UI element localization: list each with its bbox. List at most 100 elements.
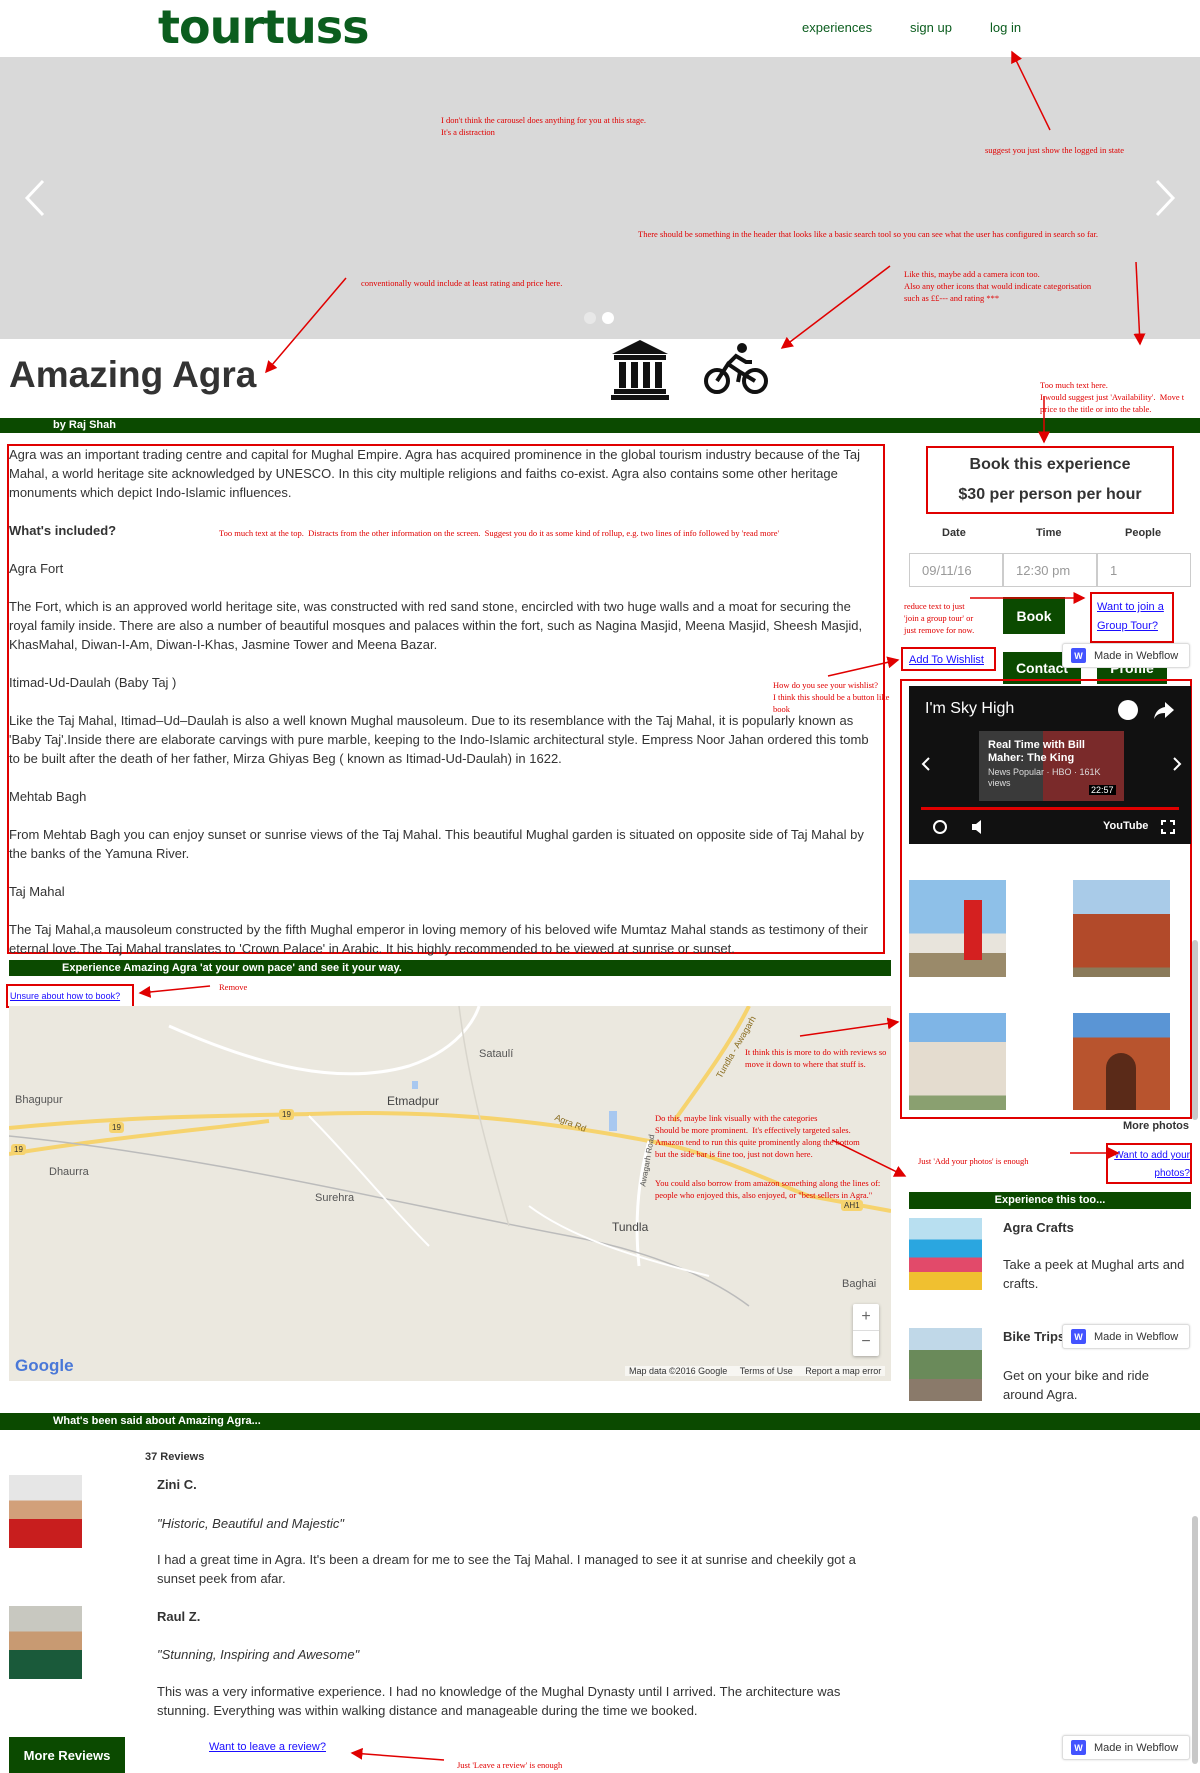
add-photos-link[interactable]: Want to add your photos? [1110, 1147, 1190, 1183]
carousel-dot-1[interactable] [584, 312, 596, 324]
road-marker: 19 [279, 1109, 294, 1120]
reviewer-name: Raul Z. [157, 1609, 201, 1624]
group-tour-link[interactable]: Want to join a Group Tour? [1097, 598, 1164, 636]
youtube-logo[interactable]: YouTube [1103, 820, 1148, 832]
watch-later-icon[interactable] [1118, 700, 1138, 720]
video-prev-icon[interactable] [921, 756, 931, 772]
section-text: Like the Taj Mahal, Itimad–Ud–Daulah is … [9, 713, 869, 766]
zoom-out-icon[interactable]: − [853, 1330, 879, 1356]
book-button[interactable]: Book [1003, 597, 1065, 634]
photo-arch [1106, 1053, 1136, 1110]
webflow-badge[interactable]: W Made in Webflow [1062, 1735, 1190, 1760]
also-crafts-image[interactable] [909, 1218, 982, 1290]
review-quote: "Stunning, Inspiring and Awesome" [157, 1647, 360, 1662]
replay-icon[interactable] [931, 818, 949, 836]
booking-title: Book this experience [969, 456, 1131, 473]
note-top-text: Too much text at the top. Distracts from… [219, 528, 780, 538]
photo-buland-darwaza[interactable] [1073, 1013, 1170, 1110]
scrollbar[interactable] [1192, 1516, 1198, 1764]
map-place: Baghai [842, 1278, 877, 1290]
webflow-text: Made in Webflow [1094, 649, 1179, 662]
note-rating: conventionally would include at least ra… [361, 278, 563, 288]
people-field[interactable]: 1 [1097, 553, 1191, 587]
map-place: Sataulí [479, 1048, 514, 1060]
avatar [9, 1475, 82, 1548]
section-text: The Fort, which is an approved world her… [9, 599, 863, 652]
own-pace-bar: Experience Amazing Agra 'at your own pac… [9, 960, 891, 976]
review-quote: "Historic, Beautiful and Majestic" [157, 1516, 344, 1531]
note-remove: Remove [219, 982, 248, 992]
photo-red-fort[interactable] [1073, 880, 1170, 977]
note-search: There should be something in the header … [638, 229, 1099, 239]
unsure-link[interactable]: Unsure about how to book? [10, 991, 120, 1001]
note-leave-review: Just 'Leave a review' is enough [457, 1760, 563, 1770]
section-name: Itimad-Ud-Daulah (Baby Taj ) [9, 675, 177, 690]
road-marker: 19 [109, 1122, 124, 1133]
page-title: Amazing Agra [9, 354, 257, 395]
google-logo: Google [15, 1356, 74, 1375]
map-report-link[interactable]: Report a map error [805, 1366, 881, 1376]
carousel-dot-2[interactable] [602, 312, 614, 324]
booking-header: Book this experience $30 per person per … [926, 446, 1174, 514]
note-camera: Like this, maybe add a camera icon too. … [904, 269, 1092, 303]
booking-price: $30 per person per hour [958, 486, 1142, 503]
fullscreen-icon[interactable] [1161, 820, 1175, 834]
map-place: Bhagupur [15, 1094, 63, 1106]
reviews-bar-text: What's been said about Amazing Agra... [53, 1415, 261, 1427]
author-name: by Raj Shah [53, 419, 116, 431]
author-bar: by Raj Shah [0, 418, 1200, 433]
map-footer: Map data ©2016 Google Terms of Use Repor… [625, 1366, 886, 1376]
video-player[interactable]: I'm Sky High Real Time with Bill Maher: … [909, 686, 1191, 844]
webflow-text: Made in Webflow [1094, 1330, 1179, 1343]
also-item-title[interactable]: Agra Crafts [1003, 1220, 1074, 1235]
video-progress[interactable] [921, 807, 1179, 810]
reviewer-name: Zini C. [157, 1477, 197, 1492]
webflow-badge[interactable]: W Made in Webflow [1062, 643, 1190, 668]
museum-icon[interactable] [610, 338, 670, 400]
also-item-title[interactable]: Bike Trips [1003, 1329, 1065, 1344]
video-card-title: Real Time with Bill Maher: The King [988, 739, 1085, 764]
also-item-text: Take a peek at Mughal arts and crafts. [1003, 1257, 1185, 1291]
bicycle-icon[interactable] [704, 342, 768, 396]
map-zoom-control: + − [853, 1304, 879, 1356]
map-terms-link[interactable]: Terms of Use [740, 1366, 793, 1376]
note-wishlist: How do you see your wishlist? I think th… [773, 680, 890, 714]
carousel-prev-icon[interactable] [24, 179, 46, 217]
also-bikes-image[interactable] [909, 1328, 982, 1401]
photo-taj-mahal[interactable] [909, 880, 1006, 977]
also-item-text: Get on your bike and ride around Agra. [1003, 1368, 1149, 1402]
video-next-icon[interactable] [1172, 756, 1182, 772]
webflow-icon: W [1071, 648, 1086, 663]
time-label: Time [1036, 527, 1062, 539]
carousel-next-icon[interactable] [1154, 179, 1176, 217]
note-add-photos: Just 'Add your photos' is enough [918, 1156, 1029, 1166]
webflow-icon: W [1071, 1329, 1086, 1344]
logo[interactable]: tourtuss [158, 2, 370, 52]
leave-review-link[interactable]: Want to leave a review? [209, 1741, 326, 1753]
video-duration: 22:57 [1089, 785, 1116, 795]
nav-sign-up[interactable]: sign up [910, 20, 952, 35]
nav-log-in[interactable]: log in [990, 20, 1021, 35]
volume-icon[interactable] [971, 820, 987, 834]
wishlist-link[interactable]: Add To Wishlist [909, 654, 984, 666]
nav-experiences[interactable]: experiences [802, 20, 872, 35]
section-name: Taj Mahal [9, 884, 65, 899]
zoom-in-icon[interactable]: + [853, 1304, 879, 1330]
map-data-text: Map data ©2016 Google [629, 1366, 728, 1376]
note-reduce: reduce text to just 'join a group tour' … [904, 601, 975, 635]
note-amazon: You could also borrow from amazon someth… [655, 1178, 881, 1200]
photo-baby-taj[interactable] [909, 1013, 1006, 1110]
header: tourtuss experiences sign up log in [0, 0, 1200, 57]
note-link-visual: Do this, maybe link visually with the ca… [655, 1113, 860, 1159]
webflow-badge[interactable]: W Made in Webflow [1062, 1324, 1190, 1349]
time-field[interactable]: 12:30 pm [1003, 553, 1097, 587]
more-photos-label[interactable]: More photos [1123, 1120, 1189, 1132]
webflow-text: Made in Webflow [1094, 1741, 1179, 1754]
people-label: People [1125, 527, 1162, 539]
share-icon[interactable] [1153, 700, 1175, 720]
more-reviews-button[interactable]: More Reviews [9, 1737, 125, 1773]
review-count: 37 Reviews [145, 1451, 205, 1463]
video-card[interactable]: Real Time with Bill Maher: The King News… [979, 731, 1124, 801]
scrollbar[interactable] [1192, 940, 1198, 1120]
date-field[interactable]: 09/11/16 [909, 553, 1003, 587]
